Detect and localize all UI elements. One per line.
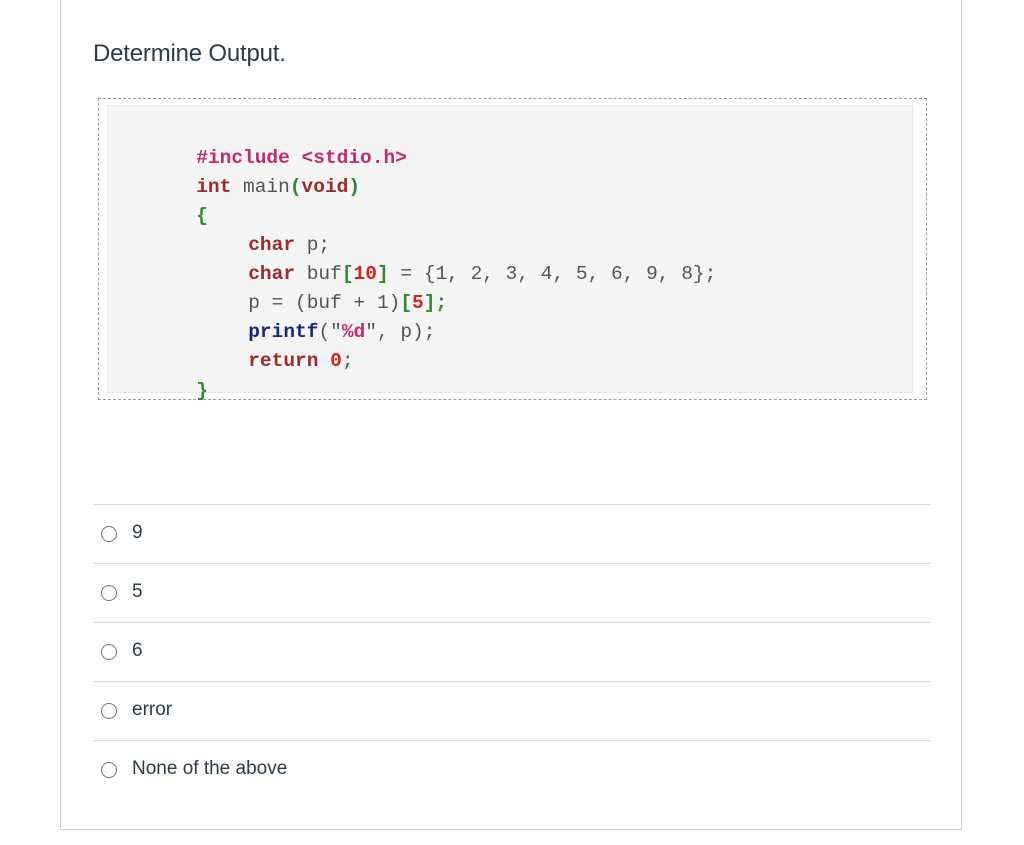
- answer-label[interactable]: error: [132, 699, 172, 721]
- answer-options: 9 5 6 error None of the above: [93, 504, 931, 799]
- radio-button[interactable]: [101, 644, 117, 660]
- answer-label[interactable]: None of the above: [132, 758, 287, 780]
- code-block: #include <stdio.h> int main(void) { char…: [107, 105, 913, 402]
- answer-option[interactable]: None of the above: [93, 740, 931, 799]
- brace-close: }: [196, 380, 208, 402]
- paren-close: ): [348, 176, 361, 198]
- answer-option[interactable]: 9: [93, 504, 931, 563]
- void-keyword: void: [301, 176, 349, 198]
- answer-option[interactable]: 6: [93, 622, 931, 681]
- radio-button[interactable]: [101, 762, 117, 778]
- semicolon: ;: [341, 350, 354, 372]
- code-line-brace-close: }: [126, 355, 208, 427]
- answer-label[interactable]: 6: [132, 640, 143, 662]
- paren-open: (: [289, 176, 302, 198]
- answer-option[interactable]: error: [93, 681, 931, 740]
- return-keyword: return: [248, 350, 319, 372]
- radio-button[interactable]: [101, 703, 117, 719]
- radio-button[interactable]: [101, 526, 117, 542]
- answer-label[interactable]: 9: [132, 522, 143, 544]
- code-frame: #include <stdio.h> int main(void) { char…: [98, 98, 927, 402]
- radio-button[interactable]: [101, 585, 117, 601]
- function-name: main: [231, 176, 290, 198]
- return-value: 0: [330, 350, 342, 372]
- printf-close: ", p);: [365, 321, 436, 343]
- question-title: Determine Output.: [93, 40, 286, 67]
- answer-option[interactable]: 5: [93, 563, 931, 622]
- answer-label[interactable]: 5: [132, 581, 143, 603]
